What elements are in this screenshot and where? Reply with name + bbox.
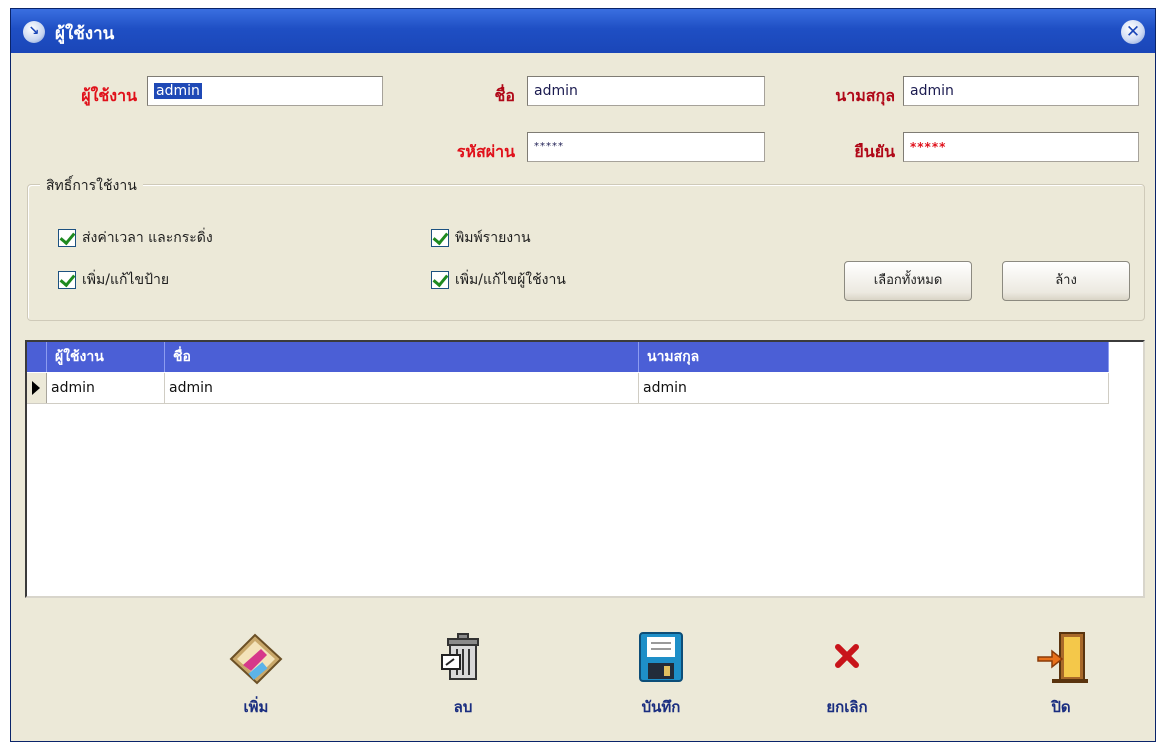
select-all-button[interactable]: เลือกทั้งหมด [844, 261, 972, 301]
delete-button[interactable]: ลบ [403, 629, 523, 719]
delete-label: ลบ [453, 698, 473, 716]
perm-time-bell-checkbox[interactable]: ส่งค่าเวลา และกระดิ่ง [58, 227, 213, 249]
firstname-label: ชื่อ [494, 86, 515, 105]
confirm-label: ยืนยัน [854, 142, 895, 161]
add-icon [229, 633, 283, 685]
cell-lastname[interactable]: admin [639, 373, 1109, 403]
checkbox-checked-icon [58, 229, 76, 247]
col-header-firstname[interactable]: ชื่อ [165, 342, 639, 372]
checkbox-checked-icon [58, 271, 76, 289]
add-button[interactable]: เพิ่ม [196, 629, 316, 719]
save-label: บันทึก [641, 698, 681, 716]
cancel-icon [835, 644, 859, 668]
save-icon [639, 632, 683, 682]
cancel-button[interactable]: ยกเลิก [787, 629, 907, 719]
perm-edit-sign-label: เพิ่ม/แก้ไขป้าย [82, 272, 170, 288]
lastname-label: นามสกุล [835, 86, 895, 105]
close-label: ปิด [1051, 698, 1071, 716]
delete-icon [441, 633, 479, 680]
perm-edit-user-checkbox[interactable]: เพิ่ม/แก้ไขผู้ใช้งาน [431, 269, 566, 291]
close-icon[interactable]: ✕ [1121, 20, 1145, 44]
username-label: ผู้ใช้งาน [81, 86, 137, 105]
col-header-username[interactable]: ผู้ใช้งาน [47, 342, 165, 372]
users-grid[interactable]: ผู้ใช้งาน ชื่อ นามสกุล admin admin admin [25, 340, 1145, 598]
lastname-field[interactable]: admin [903, 76, 1139, 106]
perm-print-report-label: พิมพ์รายงาน [455, 230, 531, 246]
firstname-field[interactable]: admin [527, 76, 765, 106]
permissions-group: สิทธิ์การใช้งาน ส่งค่าเวลา และกระดิ่ง พิ… [27, 175, 1145, 321]
table-row[interactable]: admin admin admin [27, 373, 1109, 404]
window-title: ผู้ใช้งาน [55, 24, 115, 44]
clear-button[interactable]: ล้าง [1002, 261, 1130, 301]
close-button[interactable]: ปิด [1001, 629, 1121, 719]
perm-time-bell-label: ส่งค่าเวลา และกระดิ่ง [82, 230, 213, 246]
cell-username[interactable]: admin [47, 373, 165, 403]
col-header-lastname[interactable]: นามสกุล [639, 342, 1109, 372]
password-field[interactable]: ***** [527, 132, 765, 162]
cancel-label: ยกเลิก [826, 698, 868, 716]
title-bar[interactable]: ↘ ผู้ใช้งาน ✕ [11, 9, 1155, 53]
password-label: รหัสผ่าน [456, 142, 515, 161]
perm-edit-user-label: เพิ่ม/แก้ไขผู้ใช้งาน [455, 272, 566, 288]
username-field[interactable]: admin [147, 76, 383, 106]
exit-icon [1037, 632, 1088, 683]
checkbox-checked-icon [431, 271, 449, 289]
user-window: ↘ ผู้ใช้งาน ✕ ผู้ใช้งาน admin ชื่อ admin… [10, 8, 1156, 742]
permissions-title: สิทธิ์การใช้งาน [40, 175, 143, 197]
add-label: เพิ่ม [243, 698, 269, 716]
app-icon: ↘ [23, 21, 45, 43]
row-indicator-header [27, 342, 47, 372]
grid-header: ผู้ใช้งาน ชื่อ นามสกุล [27, 342, 1109, 372]
cell-firstname[interactable]: admin [165, 373, 639, 403]
username-value: admin [154, 83, 202, 99]
save-button[interactable]: บันทึก [601, 629, 721, 719]
confirm-password-field[interactable]: ***** [903, 132, 1139, 162]
perm-print-report-checkbox[interactable]: พิมพ์รายงาน [431, 227, 531, 249]
row-pointer-icon [27, 373, 47, 403]
perm-edit-sign-checkbox[interactable]: เพิ่ม/แก้ไขป้าย [58, 269, 169, 291]
checkbox-checked-icon [431, 229, 449, 247]
